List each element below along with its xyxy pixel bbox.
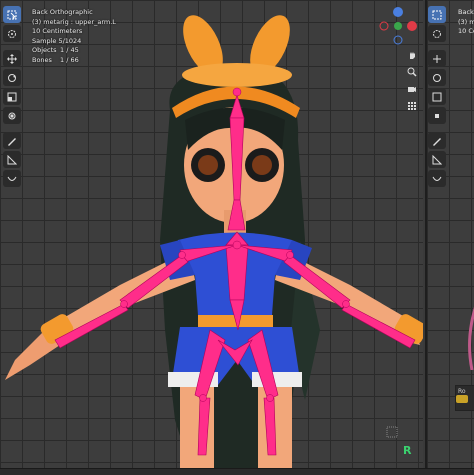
transform-icon[interactable] — [3, 107, 21, 124]
active-selection: (3) metarig : upper_arm.L — [32, 17, 116, 26]
3d-viewport[interactable]: Back Orthographic (3) metarig : upper_ar… — [0, 0, 423, 468]
render-sample: Sample 5/1024 — [32, 36, 82, 45]
secondary-panel-swatch — [456, 395, 468, 403]
secondary-annotate-icon[interactable] — [428, 132, 446, 149]
character-render — [5, 15, 423, 468]
bones-label: Bones — [32, 55, 52, 64]
secondary-tool-shelf — [428, 6, 446, 187]
zoom-icon[interactable] — [404, 65, 420, 79]
secondary-transform-icon[interactable] — [428, 107, 446, 124]
gizmo-z-dot — [393, 7, 403, 17]
secondary-panel-label: Ro — [458, 388, 466, 395]
view-name: Back Orthographic — [32, 8, 93, 16]
select-box-icon[interactable] — [3, 6, 21, 23]
secondary-view-name: Back Ort — [458, 8, 474, 16]
widget-cube-icon — [386, 426, 398, 438]
scene-stats: Objects 1 / 45 Bones 1 / 66 — [32, 46, 116, 65]
objects-label: Objects — [32, 46, 57, 54]
scale-icon[interactable] — [3, 88, 21, 105]
viewport-nav-buttons — [404, 48, 420, 113]
roll-icon[interactable] — [3, 170, 21, 187]
objects-value: 1 / 45 — [60, 46, 79, 54]
gizmo-y-dot — [394, 22, 402, 30]
navigation-gizmo[interactable] — [376, 4, 420, 48]
secondary-scale: 10 Centi — [458, 27, 474, 35]
secondary-cursor-icon[interactable] — [428, 25, 446, 42]
annotate-icon[interactable] — [3, 132, 21, 149]
grid-scale: 10 Centimeters — [32, 27, 83, 35]
secondary-rotate-icon[interactable] — [428, 69, 446, 86]
secondary-move-icon[interactable] — [428, 50, 446, 67]
tool-shelf — [3, 6, 21, 187]
measure-icon[interactable] — [3, 151, 21, 168]
bones-value: 1 / 66 — [60, 55, 79, 64]
secondary-scale-icon[interactable] — [428, 88, 446, 105]
cursor-icon[interactable] — [3, 25, 21, 42]
secondary-info-overlay: Back Ort (3) meta 10 Centi — [458, 8, 474, 37]
pan-hand-icon[interactable] — [404, 48, 420, 62]
gizmo-neg-z-dot — [393, 35, 403, 45]
gizmo-x-dot — [407, 21, 417, 31]
rotate-icon[interactable] — [3, 69, 21, 86]
gizmo-neg-x-dot — [379, 21, 389, 31]
viewport-info-overlay: Back Orthographic (3) metarig : upper_ar… — [32, 8, 116, 65]
secondary-select-icon[interactable] — [428, 6, 446, 23]
secondary-roll-icon[interactable] — [428, 170, 446, 187]
secondary-measure-icon[interactable] — [428, 151, 446, 168]
move-icon[interactable] — [3, 50, 21, 67]
grid-view-icon[interactable] — [404, 99, 420, 113]
secondary-selection: (3) meta — [458, 17, 474, 26]
axis-indicator: R — [403, 444, 412, 457]
camera-icon[interactable] — [404, 82, 420, 96]
secondary-render — [468, 306, 474, 370]
